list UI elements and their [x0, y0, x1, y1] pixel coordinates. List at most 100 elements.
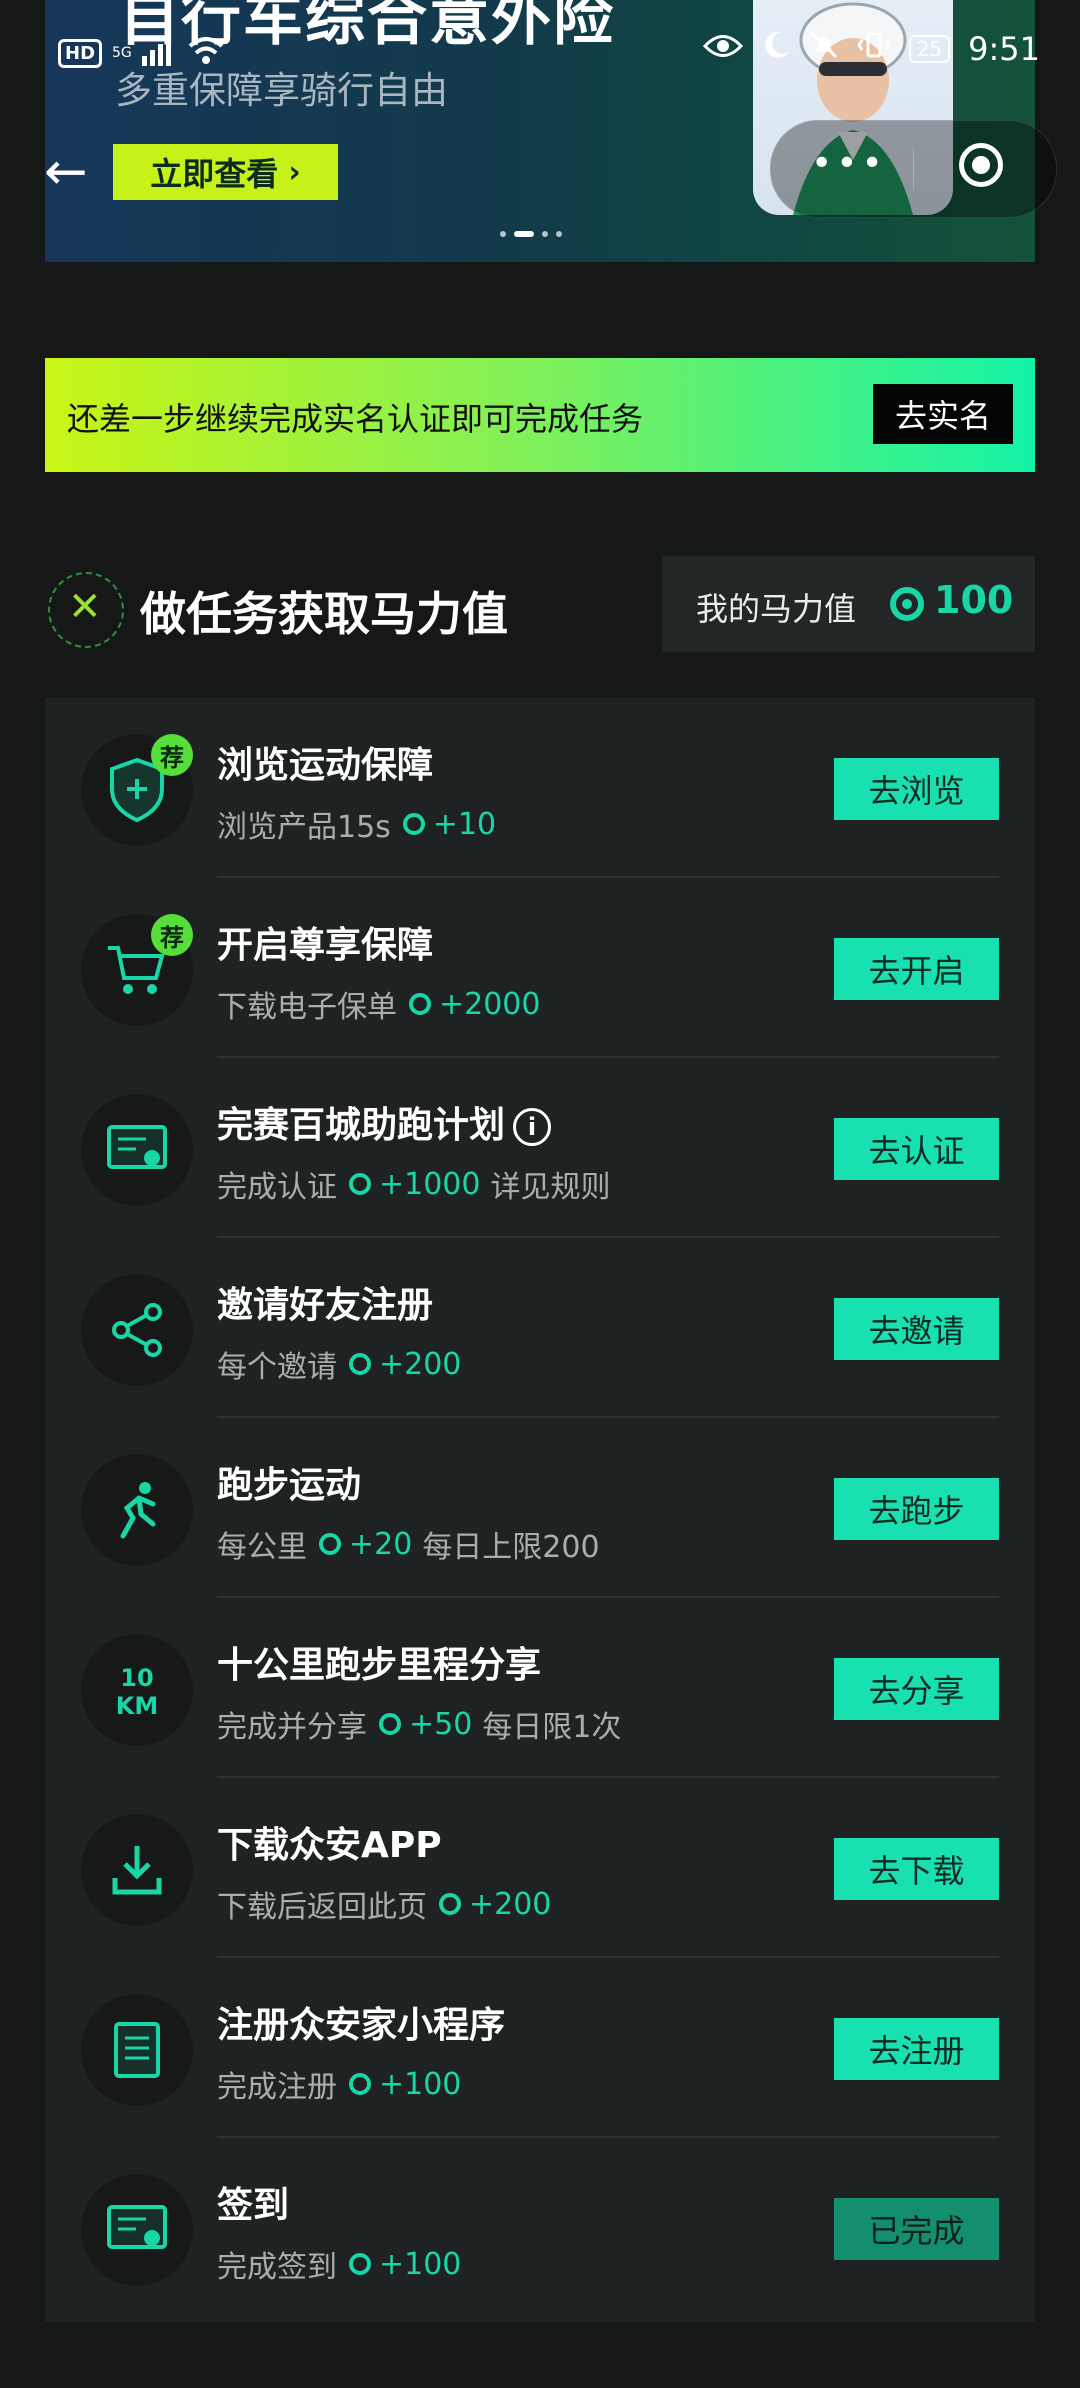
wifi-icon [188, 36, 224, 70]
svg-text:10: 10 [120, 1664, 153, 1692]
carousel-indicator [500, 231, 562, 237]
task-points: +1000 [379, 1166, 481, 1202]
carousel-dot-active [514, 231, 534, 237]
task-action-button[interactable]: 去注册 [834, 2018, 999, 2080]
notice-text: 还差一步继续完成实名认证即可完成任务 [67, 400, 644, 438]
task-action-button[interactable]: 去跑步 [834, 1478, 999, 1540]
task-action-button[interactable]: 去开启 [834, 938, 999, 1000]
section-title: 做任务获取马力值 [140, 587, 508, 641]
horsepower-coin-icon [349, 1173, 371, 1195]
task-action-button[interactable]: 去邀请 [834, 1298, 999, 1360]
10km-icon: 10 KM [81, 1634, 193, 1746]
capsule-divider [913, 149, 914, 189]
banner-cta-button[interactable]: 立即查看 › [113, 144, 338, 200]
recommend-badge: 荐 [151, 734, 193, 776]
more-dots-icon[interactable]: ••• [811, 143, 887, 184]
my-points-box: 我的马力值 100 [662, 556, 1035, 652]
verify-button[interactable]: 去实名 [873, 384, 1013, 444]
task-points: +200 [469, 1886, 552, 1922]
horsepower-coin-icon [349, 2073, 371, 2095]
svg-text:KM: KM [116, 1692, 158, 1720]
back-arrow-icon[interactable]: ← [44, 142, 88, 202]
task-description: 每公里 +20 每日上限200 [217, 1522, 600, 1566]
horsepower-coin-icon [439, 1893, 461, 1915]
task-title: 十公里跑步里程分享 [217, 1645, 542, 1686]
horsepower-coin-icon [379, 1713, 401, 1735]
chevron-right-icon: › [288, 154, 301, 190]
battery-icon: 25 [908, 35, 951, 63]
task-limit-text: 每日上限200 [422, 1530, 600, 1565]
moon-icon [761, 30, 791, 68]
miniapp-capsule: ••• [770, 120, 1057, 218]
task-description: 下载电子保单 +2000 [217, 982, 540, 1026]
marathon-logo-icon: ✕ [48, 572, 124, 648]
task-title: 邀请好友注册 [217, 1285, 434, 1326]
task-action-button[interactable]: 去分享 [834, 1658, 999, 1720]
task-title: 下载众安APP [217, 1825, 442, 1866]
task-description: 每个邀请 +200 [217, 1342, 461, 1386]
task-points: +100 [379, 2246, 462, 2282]
certificate-icon [81, 1094, 193, 1206]
task-item: 注册众安家小程序 完成注册 +100 去注册 [45, 1958, 1035, 2138]
task-title: 开启尊享保障 [217, 925, 434, 966]
task-action-button[interactable]: 去浏览 [834, 758, 999, 820]
network-label: 5G [112, 45, 132, 61]
points-value: 100 [934, 578, 1014, 622]
horsepower-coin-icon [402, 813, 425, 835]
carousel-dot [556, 231, 562, 237]
task-desc-text: 浏览产品15s [217, 810, 391, 845]
task-action-button[interactable]: 去下载 [834, 1838, 999, 1900]
info-icon[interactable]: i [513, 1108, 552, 1146]
mute-bell-icon [809, 30, 839, 68]
carousel-dot [500, 231, 506, 237]
horsepower-coin-icon [890, 587, 924, 621]
task-title: 完赛百城助跑计划 i [217, 1096, 552, 1148]
horsepower-coin-icon [319, 1533, 341, 1555]
task-limit-text: 每日限1次 [482, 1710, 622, 1745]
task-points: +200 [379, 1346, 462, 1382]
carousel-dot [542, 231, 548, 237]
task-item: 跑步运动 每公里 +20 每日上限200 去跑步 [45, 1418, 1035, 1598]
vibrate-icon [856, 30, 891, 68]
recommend-badge: 荐 [151, 914, 193, 956]
task-points: +100 [379, 2066, 462, 2102]
task-completed-button[interactable]: 已完成 [834, 2198, 999, 2260]
task-desc-text: 每个邀请 [217, 1350, 337, 1385]
task-rules-link[interactable]: 详见规则 [490, 1162, 610, 1206]
task-title-text: 完赛百城助跑计划 [217, 1105, 506, 1146]
task-description: 完成签到 +100 [217, 2242, 461, 2286]
close-miniapp-icon[interactable] [959, 143, 1003, 187]
task-points: +2000 [439, 986, 541, 1022]
download-icon [81, 1814, 193, 1926]
task-description: 完成认证 +1000 详见规则 [217, 1162, 610, 1206]
task-title: 注册众安家小程序 [217, 2005, 506, 2046]
task-description: 浏览产品15s +10 [217, 802, 496, 846]
task-points: +10 [432, 806, 497, 842]
verification-notice: 还差一步继续完成实名认证即可完成任务 去实名 [45, 358, 1035, 472]
status-bar: HD 5G 25 9:51 [0, 0, 1080, 104]
task-desc-text: 完成注册 [217, 2070, 337, 2105]
task-desc-text: 完成签到 [217, 2250, 337, 2285]
task-item: 荐 浏览运动保障 浏览产品15s +10 去浏览 [45, 698, 1035, 878]
task-item: 10 KM 十公里跑步里程分享 完成并分享 +50 每日限1次 去分享 [45, 1598, 1035, 1778]
task-title: 浏览运动保障 [217, 745, 434, 786]
task-description: 下载后返回此页 +200 [217, 1882, 551, 1926]
banner-cta-label: 立即查看 [150, 155, 279, 193]
task-title: 跑步运动 [217, 1465, 362, 1506]
task-desc-text: 每公里 [217, 1530, 307, 1565]
task-description: 完成并分享 +50 每日限1次 [217, 1702, 621, 1746]
task-desc-text: 完成认证 [217, 1170, 337, 1205]
task-item: 签到 完成签到 +100 已完成 [45, 2138, 1035, 2318]
task-title: 签到 [217, 2185, 290, 2226]
points-label: 我的马力值 [696, 590, 857, 628]
runner-icon [81, 1454, 193, 1566]
horsepower-coin-icon [349, 1353, 371, 1375]
task-description: 完成注册 +100 [217, 2062, 461, 2106]
clock-time: 9:51 [968, 30, 1040, 68]
task-desc-text: 完成并分享 [217, 1710, 367, 1745]
horsepower-coin-icon [409, 993, 431, 1015]
task-action-button[interactable]: 去认证 [834, 1118, 999, 1180]
certificate-icon [81, 2174, 193, 2286]
document-icon [81, 1994, 193, 2106]
task-list: 荐 浏览运动保障 浏览产品15s +10 去浏览 荐 开启尊享保障 下载电子保单… [45, 698, 1035, 2322]
